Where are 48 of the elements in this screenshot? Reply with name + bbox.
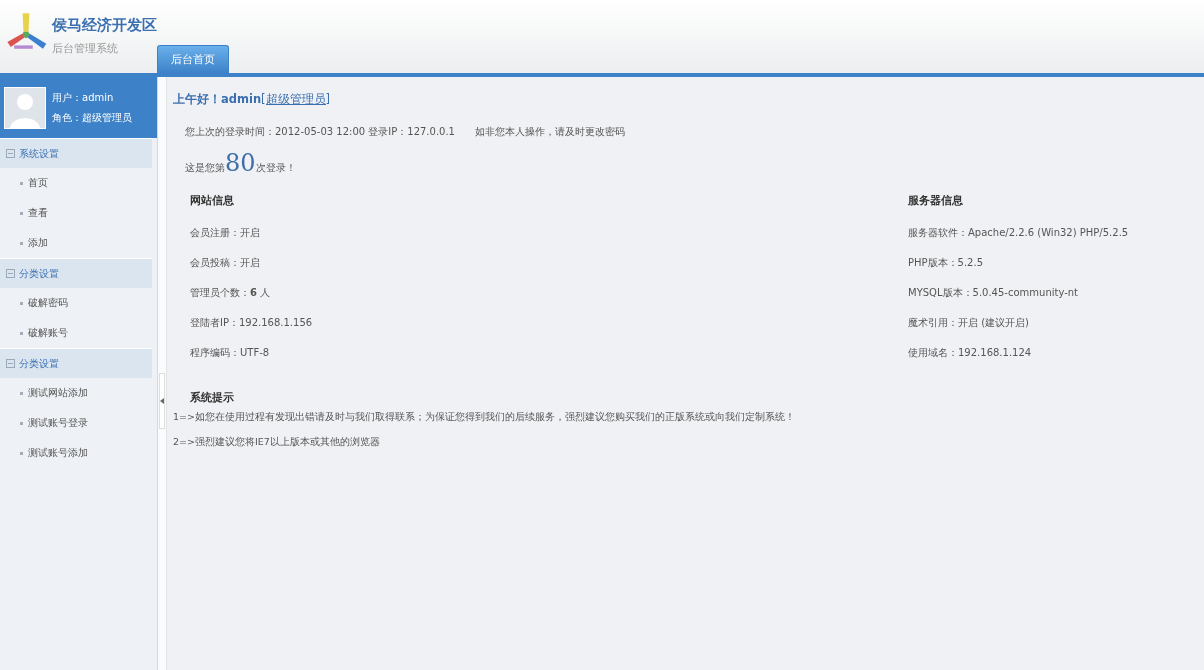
password-warning: 如非您本人操作，请及时更改密码 — [475, 125, 625, 139]
menu-item[interactable]: 测试账号添加 — [28, 446, 88, 460]
menu-group[interactable]: 分类设置 — [0, 258, 152, 288]
greeting-text: 上午好！admin — [173, 92, 262, 106]
menu-item[interactable]: 添加 — [28, 236, 48, 250]
menu-group[interactable]: 系统设置 — [0, 138, 152, 168]
bullet-icon — [20, 301, 23, 305]
login-count-label: 这是您第 — [185, 161, 225, 175]
section-title: 系统提示 — [190, 390, 235, 405]
site-subtitle: 后台管理系统 — [52, 41, 119, 56]
left-arrow-icon — [160, 398, 164, 404]
menu-item[interactable]: 测试网站添加 — [28, 386, 88, 400]
bullet-icon — [20, 331, 23, 335]
user-role: 角色：超级管理员 — [52, 110, 132, 125]
bullet-icon — [20, 421, 23, 425]
tip-text: 1=>如您在使用过程有发现出错请及时与我们取得联系；为保证您得到我们的后续服务，强烈建议您购买我们的正版系统或向我们定制系统！ — [173, 411, 796, 424]
bullet-icon — [20, 391, 23, 395]
menu-item[interactable]: 查看 — [28, 206, 48, 220]
info-line: 魔术引用：开启 (建议开启) — [908, 316, 1030, 330]
site-title: 侯马经济开发区 — [52, 16, 157, 35]
info-line: 服务器软件：Apache/2.2.6 (Win32) PHP/5.2.5 — [908, 226, 1130, 240]
info-line: 管理员个数：6 人 — [190, 286, 272, 300]
menu-group[interactable]: 分类设置 — [0, 348, 152, 378]
bullet-icon — [20, 211, 23, 215]
info-line: 会员投稿：开启 — [190, 256, 261, 270]
user-name: 用户：admin — [52, 90, 115, 105]
bullet-icon — [20, 181, 23, 185]
login-count: 80 — [225, 149, 256, 177]
bullet-icon — [20, 241, 23, 245]
section-title: 网站信息 — [190, 193, 235, 208]
login-count-suffix: 次登录！ — [255, 162, 296, 175]
avatar-icon — [4, 86, 46, 129]
collapse-handle[interactable] — [159, 373, 165, 429]
info-line: MYSQL版本：5.0.45-community-nt — [908, 286, 1080, 300]
info-line: PHP版本：5.2.5 — [908, 256, 985, 270]
menu-item[interactable]: 破解密码 — [28, 296, 68, 310]
menu-item[interactable]: 破解账号 — [28, 326, 68, 340]
section-title: 服务器信息 — [908, 193, 964, 208]
tip-text: 2=>强烈建议您将IE7以上版本或其他的浏览器 — [173, 436, 381, 449]
info-line: 使用域名：192.168.1.124 — [908, 346, 1033, 360]
info-line: 程序编码：UTF-8 — [190, 346, 271, 360]
info-line: 会员注册：开启 — [190, 226, 261, 240]
menu-item[interactable]: 首页 — [28, 176, 48, 190]
role-link[interactable]: [超级管理员] — [261, 92, 331, 106]
info-line: 登陆者IP：192.168.1.156 — [190, 316, 313, 330]
bullet-icon — [20, 451, 23, 455]
menu-item[interactable]: 测试账号登录 — [28, 416, 88, 430]
last-login-text: 您上次的登录时间：2012-05-03 12:00 登录IP：127.0.0.1 — [185, 125, 455, 139]
